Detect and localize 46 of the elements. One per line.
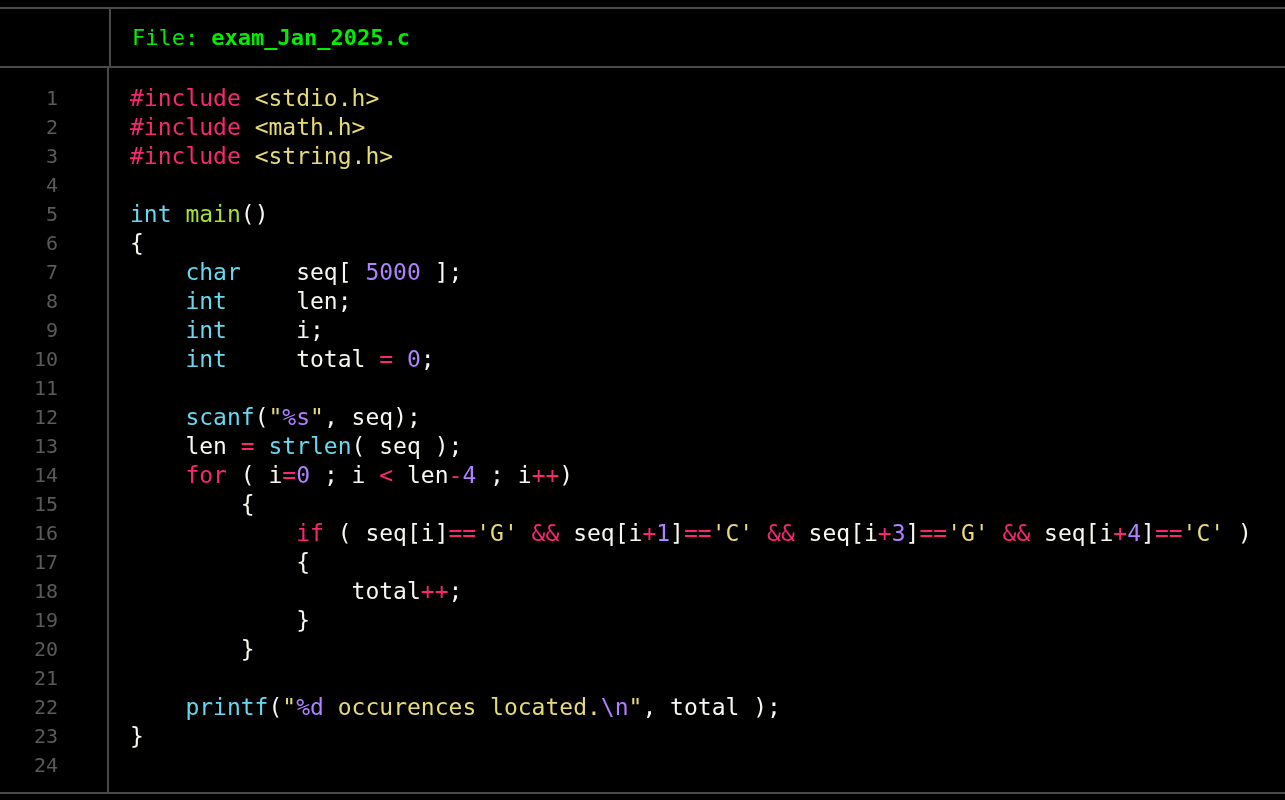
line-number: 13 [32,433,59,460]
line-number: 11 [32,375,59,402]
code-line: { [295,549,310,575]
code-line: for ( i=0 ; i < len-4 ; i++) [184,462,574,488]
code-line: char seq[ 5000 ]; [184,259,463,285]
line-number: 10 [32,346,59,373]
line-number: 17 [32,549,59,576]
line-number: 24 [32,752,59,779]
line-number: 23 [32,723,59,750]
code-line: int total = 0; [184,346,435,372]
code-line: { [130,230,144,256]
line-number: 8 [44,288,59,315]
code-line: total++; [350,578,463,604]
line-number: 20 [32,636,59,663]
line-number: 21 [32,665,59,692]
code-line: if ( seq[i]=='G' && seq[i+1]=='C' && seq[i+3]=='G' && seq[i+4]=='C' ) [295,520,1252,546]
code-line: printf("%d occurences located.\n", total ); [184,694,781,720]
code-line: } [295,607,310,633]
line-number: 12 [32,404,59,431]
line-number: 5 [44,201,59,228]
line-number: 18 [32,578,59,605]
line-number: 9 [44,317,59,344]
code-line: #include <math.h> [130,114,366,140]
line-number: 7 [44,259,59,286]
line-number: 15 [32,491,59,518]
line-number: 1 [44,85,59,112]
line-number: 16 [32,520,59,547]
code-line: } [239,636,255,662]
line-number: 4 [44,172,59,199]
code-line: } [130,723,144,749]
line-number: 2 [44,114,59,141]
code-line: #include <stdio.h> [130,85,380,111]
line-number: 14 [32,462,59,489]
file-name: exam_Jan_2025.c [211,25,410,50]
code-line: scanf("%s", seq); [184,404,421,430]
line-number: 22 [32,694,59,721]
code-line: int main() [130,201,269,227]
line-number: 6 [44,230,59,257]
code-line: { [239,491,255,517]
code-line: int i; [184,317,324,343]
code-line: #include <string.h> [130,143,394,169]
code-line: len = strlen( seq ); [184,433,463,459]
file-label: File: [132,25,199,50]
code-line: int len; [184,288,352,314]
line-number: 3 [44,143,59,170]
line-number: 19 [32,607,59,634]
